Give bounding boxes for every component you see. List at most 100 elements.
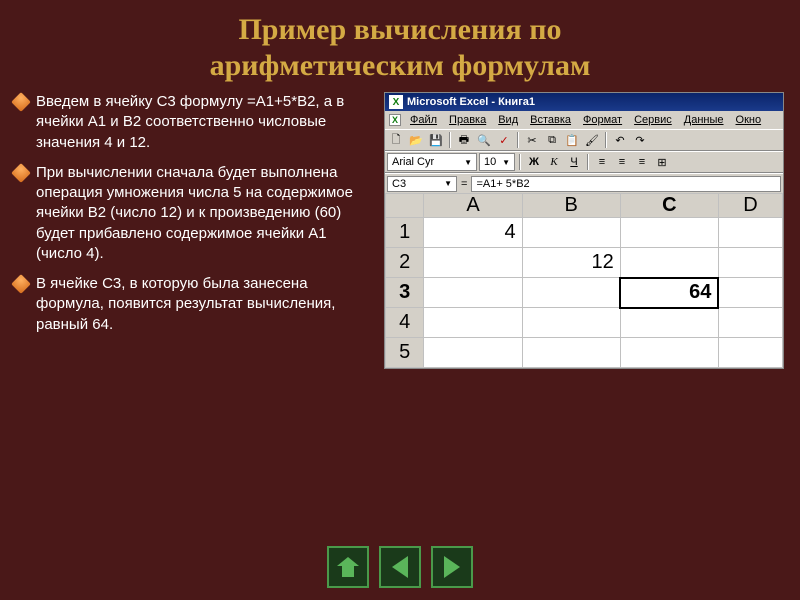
arrow-right-icon [444, 556, 460, 578]
italic-button[interactable]: К [545, 153, 563, 171]
cell-D1[interactable] [718, 218, 782, 248]
page-title: Пример вычисления по арифметическим форм… [0, 0, 800, 92]
cell-C1[interactable] [620, 218, 718, 248]
formula-input[interactable]: =A1+ 5*B2 [471, 176, 781, 192]
paste-button[interactable]: 📋 [563, 131, 581, 149]
row-header-2[interactable]: 2 [386, 248, 424, 278]
sheet-table: A B C D 1 4 2 12 [385, 193, 783, 368]
cell-C3[interactable]: 64 [620, 278, 718, 308]
title-line-1: Пример вычисления по [0, 12, 800, 48]
col-header-C[interactable]: C [620, 194, 718, 218]
align-right-button[interactable]: ≡ [633, 153, 651, 171]
bullet-item: При вычислении сначала будет выполнена о… [14, 163, 374, 264]
cell-D4[interactable] [718, 308, 782, 338]
cell-A5[interactable] [424, 338, 522, 368]
cell-B1[interactable] [522, 218, 620, 248]
chevron-down-icon: ▼ [464, 158, 472, 167]
cell-D3[interactable] [718, 278, 782, 308]
excel-titlebar: X Microsoft Excel - Книга1 [385, 93, 783, 111]
diamond-icon [11, 163, 31, 183]
cell-A2[interactable] [424, 248, 522, 278]
underline-button[interactable]: Ч [565, 153, 583, 171]
nav-buttons [327, 546, 473, 588]
select-all-corner[interactable] [386, 194, 424, 218]
content-row: Введем в ячейку С3 формулу =А1+5*В2, а в… [0, 92, 800, 369]
redo-button[interactable]: ↷ [631, 131, 649, 149]
menu-window[interactable]: Окно [731, 113, 767, 127]
formatting-toolbar: Arial Cyr ▼ 10 ▼ Ж К Ч ≡ ≡ ≡ ⊞ [385, 151, 783, 173]
excel-window: X Microsoft Excel - Книга1 X Файл Правка… [384, 92, 784, 369]
cell-C4[interactable] [620, 308, 718, 338]
bullet-item: В ячейке С3, в которую была занесена фор… [14, 274, 374, 335]
nav-home-button[interactable] [327, 546, 369, 588]
undo-button[interactable]: ↶ [611, 131, 629, 149]
excel-menubar: X Файл Правка Вид Вставка Формат Сервис … [385, 111, 783, 129]
spreadsheet-grid: A B C D 1 4 2 12 [385, 193, 783, 368]
col-header-B[interactable]: B [522, 194, 620, 218]
menu-data[interactable]: Данные [679, 113, 729, 127]
diamond-icon [11, 274, 31, 294]
excel-column: X Microsoft Excel - Книга1 X Файл Правка… [384, 92, 784, 369]
nav-next-button[interactable] [431, 546, 473, 588]
arrow-left-icon [392, 556, 408, 578]
menu-edit[interactable]: Правка [444, 113, 491, 127]
bullet-item: Введем в ячейку С3 формулу =А1+5*В2, а в… [14, 92, 374, 153]
excel-icon: X [389, 95, 403, 109]
separator [449, 132, 451, 148]
cell-C5[interactable] [620, 338, 718, 368]
chevron-down-icon: ▼ [502, 158, 510, 167]
align-center-button[interactable]: ≡ [613, 153, 631, 171]
row-header-3[interactable]: 3 [386, 278, 424, 308]
font-select[interactable]: Arial Cyr ▼ [387, 153, 477, 171]
menu-insert[interactable]: Вставка [525, 113, 576, 127]
row-header-5[interactable]: 5 [386, 338, 424, 368]
cell-B3[interactable] [522, 278, 620, 308]
row-header-1[interactable]: 1 [386, 218, 424, 248]
spell-button[interactable]: ✓ [495, 131, 513, 149]
chevron-down-icon: ▼ [444, 179, 452, 188]
cell-D5[interactable] [718, 338, 782, 368]
formula-bar: C3 ▼ = =A1+ 5*B2 [385, 173, 783, 193]
title-line-2: арифметическим формулам [0, 48, 800, 84]
copy-button[interactable]: ⧉ [543, 131, 561, 149]
cell-C2[interactable] [620, 248, 718, 278]
formula-text: =A1+ 5*B2 [476, 178, 529, 190]
cut-button[interactable]: ✂ [523, 131, 541, 149]
col-header-A[interactable]: A [424, 194, 522, 218]
cell-A3[interactable] [424, 278, 522, 308]
open-button[interactable]: 📂 [407, 131, 425, 149]
menu-view[interactable]: Вид [493, 113, 523, 127]
separator [605, 132, 607, 148]
menu-format[interactable]: Формат [578, 113, 627, 127]
merge-button[interactable]: ⊞ [653, 153, 671, 171]
preview-button[interactable]: 🔍 [475, 131, 493, 149]
text-column: Введем в ячейку С3 формулу =А1+5*В2, а в… [14, 92, 374, 369]
bold-button[interactable]: Ж [525, 153, 543, 171]
font-size-select[interactable]: 10 ▼ [479, 153, 515, 171]
font-name: Arial Cyr [392, 156, 434, 168]
nav-prev-button[interactable] [379, 546, 421, 588]
cell-A4[interactable] [424, 308, 522, 338]
workbook-icon: X [389, 114, 401, 126]
diamond-icon [11, 92, 31, 112]
separator [519, 154, 521, 170]
format-painter-button[interactable]: 🖌 [583, 131, 601, 149]
name-box[interactable]: C3 ▼ [387, 176, 457, 192]
menu-file[interactable]: Файл [405, 113, 442, 127]
home-icon [337, 557, 359, 577]
cell-D2[interactable] [718, 248, 782, 278]
cell-B4[interactable] [522, 308, 620, 338]
cell-A1[interactable]: 4 [424, 218, 522, 248]
col-header-D[interactable]: D [718, 194, 782, 218]
row-header-4[interactable]: 4 [386, 308, 424, 338]
bullet-text: В ячейке С3, в которую была занесена фор… [36, 274, 374, 335]
save-button[interactable]: 💾 [427, 131, 445, 149]
cell-B5[interactable] [522, 338, 620, 368]
new-button[interactable]: 🗋 [387, 131, 405, 149]
cell-B2[interactable]: 12 [522, 248, 620, 278]
bullet-text: Введем в ячейку С3 формулу =А1+5*В2, а в… [36, 92, 374, 153]
menu-tools[interactable]: Сервис [629, 113, 677, 127]
separator [517, 132, 519, 148]
print-button[interactable]: 🖶 [455, 131, 473, 149]
align-left-button[interactable]: ≡ [593, 153, 611, 171]
